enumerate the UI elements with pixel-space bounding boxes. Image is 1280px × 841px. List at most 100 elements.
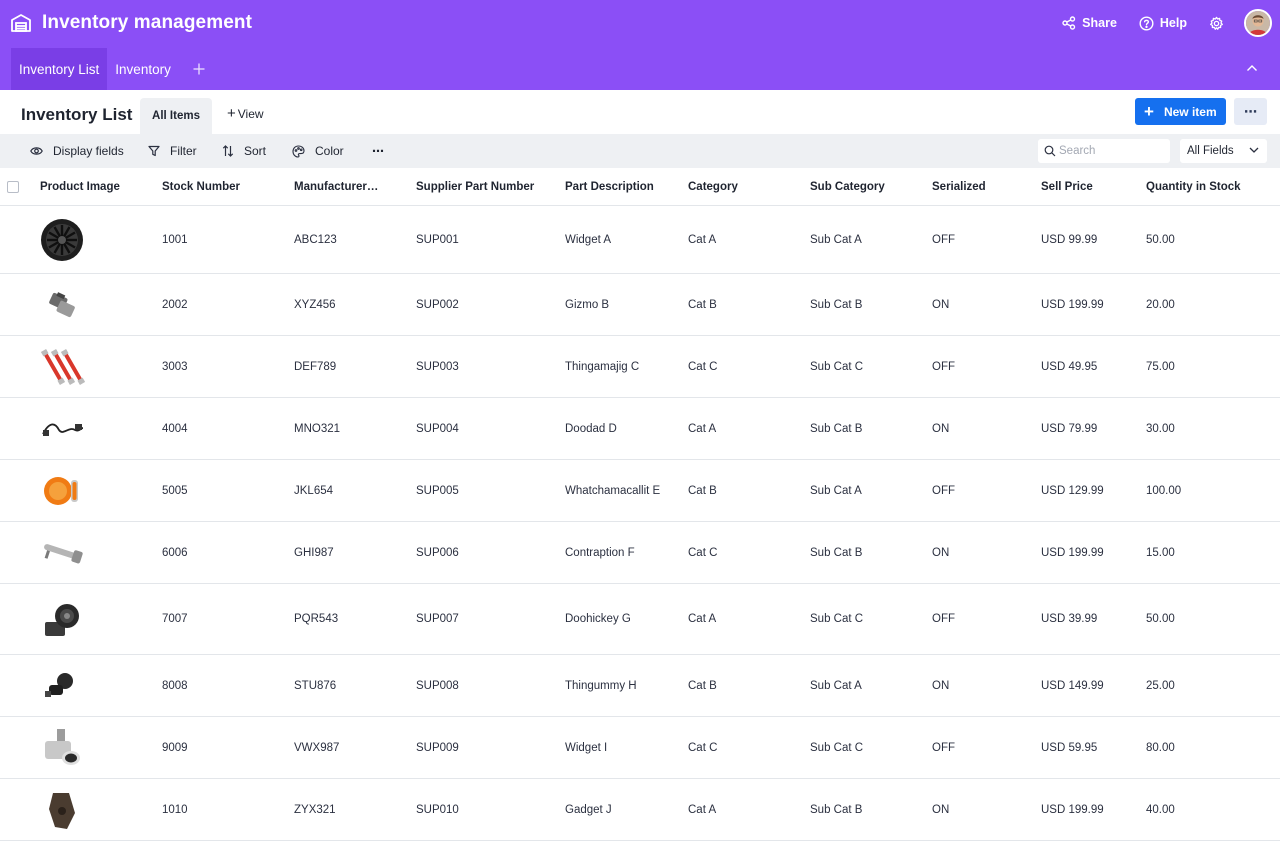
cell-stock-number[interactable]: 8008 xyxy=(162,655,188,716)
cell-sub-category[interactable]: Sub Cat B xyxy=(810,398,862,459)
cell-stock-number[interactable]: 7007 xyxy=(162,584,188,654)
cell-quantity-in-stock[interactable]: 50.00 xyxy=(1146,206,1175,273)
cell-supplier-part-number[interactable]: SUP006 xyxy=(416,522,459,583)
cell-stock-number[interactable]: 4004 xyxy=(162,398,188,459)
tab-inventory[interactable]: Inventory xyxy=(107,48,179,90)
cell-serialized[interactable]: OFF xyxy=(932,206,955,273)
cell-manufacturer[interactable]: MNO321 xyxy=(294,398,340,459)
table-row[interactable]: 8008 STU876 SUP008 Thingummy H Cat B Sub Cat … xyxy=(0,655,1280,717)
cell-manufacturer[interactable]: DEF789 xyxy=(294,336,336,397)
cell-stock-number[interactable]: 5005 xyxy=(162,460,188,521)
cell-sell-price[interactable]: USD 79.99 xyxy=(1041,398,1097,459)
cell-category[interactable]: Cat A xyxy=(688,206,716,273)
cell-manufacturer[interactable]: STU876 xyxy=(294,655,336,716)
new-item-button[interactable]: + New item xyxy=(1135,98,1226,125)
table-row[interactable]: 6006 GHI987 SUP006 Contraption F Cat C Sub Ca… xyxy=(0,522,1280,584)
add-tab-button[interactable] xyxy=(179,48,219,90)
column-header-category[interactable]: Category xyxy=(688,168,738,206)
cell-sell-price[interactable]: USD 49.95 xyxy=(1041,336,1097,397)
cell-part-description[interactable]: Doodad D xyxy=(565,398,617,459)
cell-stock-number[interactable]: 3003 xyxy=(162,336,188,397)
column-header-sub-category[interactable]: Sub Category xyxy=(810,168,885,206)
cell-supplier-part-number[interactable]: SUP007 xyxy=(416,584,459,654)
cell-category[interactable]: Cat C xyxy=(688,336,717,397)
cell-part-description[interactable]: Contraption F xyxy=(565,522,635,583)
cell-category[interactable]: Cat A xyxy=(688,584,716,654)
cell-manufacturer[interactable]: JKL654 xyxy=(294,460,333,521)
table-row[interactable]: 2002 XYZ456 SUP002 Gizmo B Cat B Sub Cat B ON U… xyxy=(0,274,1280,336)
cell-category[interactable]: Cat C xyxy=(688,522,717,583)
share-button[interactable]: Share xyxy=(1062,16,1117,30)
cell-sub-category[interactable]: Sub Cat C xyxy=(810,336,863,397)
cell-quantity-in-stock[interactable]: 100.00 xyxy=(1146,460,1181,521)
cell-sub-category[interactable]: Sub Cat A xyxy=(810,460,862,521)
table-row[interactable]: 1010 ZYX321 SUP010 Gadget J Cat A Sub Cat B ON… xyxy=(0,779,1280,841)
cell-quantity-in-stock[interactable]: 75.00 xyxy=(1146,336,1175,397)
add-view-button[interactable]: + View xyxy=(227,106,264,121)
color-button[interactable]: Color xyxy=(292,134,344,168)
column-header-quantity-in-stock[interactable]: Quantity in Stock xyxy=(1146,168,1241,206)
cell-category[interactable]: Cat B xyxy=(688,460,717,521)
cell-sub-category[interactable]: Sub Cat C xyxy=(810,584,863,654)
cell-quantity-in-stock[interactable]: 30.00 xyxy=(1146,398,1175,459)
cell-supplier-part-number[interactable]: SUP008 xyxy=(416,655,459,716)
cell-supplier-part-number[interactable]: SUP001 xyxy=(416,206,459,273)
cell-part-description[interactable]: Whatchamacallit E xyxy=(565,460,660,521)
column-header-manufacturer[interactable]: Manufacturer… xyxy=(294,168,378,206)
cell-sub-category[interactable]: Sub Cat C xyxy=(810,717,863,778)
cell-sell-price[interactable]: USD 129.99 xyxy=(1041,460,1104,521)
filter-button[interactable]: Filter xyxy=(148,134,197,168)
toolbar-more-button[interactable]: ⋯ xyxy=(372,134,384,168)
table-row[interactable]: 3003 DEF789 SUP003 Thingamajig C Cat C Sub Ca… xyxy=(0,336,1280,398)
cell-sell-price[interactable]: USD 149.99 xyxy=(1041,655,1104,716)
column-header-supplier-part-number[interactable]: Supplier Part Number xyxy=(416,168,534,206)
cell-category[interactable]: Cat A xyxy=(688,398,716,459)
table-row[interactable]: 9009 VWX987 SUP009 Widget I Cat C Sub Cat C OF… xyxy=(0,717,1280,779)
column-header-stock-number[interactable]: Stock Number xyxy=(162,168,240,206)
cell-sub-category[interactable]: Sub Cat B xyxy=(810,274,862,335)
user-avatar[interactable] xyxy=(1244,9,1272,37)
collapse-header-button[interactable] xyxy=(1242,58,1262,78)
cell-part-description[interactable]: Thingummy H xyxy=(565,655,637,716)
cell-sub-category[interactable]: Sub Cat B xyxy=(810,522,862,583)
table-row[interactable]: 5005 JKL654 SUP005 Whatchamacallit E Cat B Su… xyxy=(0,460,1280,522)
cell-category[interactable]: Cat B xyxy=(688,274,717,335)
cell-sell-price[interactable]: USD 199.99 xyxy=(1041,274,1104,335)
search-input[interactable] xyxy=(1059,145,1169,157)
cell-stock-number[interactable]: 2002 xyxy=(162,274,188,335)
cell-category[interactable]: Cat C xyxy=(688,717,717,778)
cell-serialized[interactable]: ON xyxy=(932,655,949,716)
help-button[interactable]: Help xyxy=(1139,15,1187,31)
sort-button[interactable]: Sort xyxy=(222,134,266,168)
cell-serialized[interactable]: OFF xyxy=(932,460,955,521)
cell-serialized[interactable]: OFF xyxy=(932,336,955,397)
column-header-serialized[interactable]: Serialized xyxy=(932,168,986,206)
cell-stock-number[interactable]: 1001 xyxy=(162,206,188,273)
display-fields-button[interactable]: Display fields xyxy=(30,134,124,168)
table-row[interactable]: 1001 ABC123 SUP001 Widget A Cat A Sub Cat A OF… xyxy=(0,206,1280,274)
cell-supplier-part-number[interactable]: SUP009 xyxy=(416,717,459,778)
cell-serialized[interactable]: ON xyxy=(932,274,949,335)
cell-sub-category[interactable]: Sub Cat A xyxy=(810,206,862,273)
cell-serialized[interactable]: ON xyxy=(932,522,949,583)
settings-button[interactable] xyxy=(1209,16,1224,31)
column-header-product-image[interactable]: Product Image xyxy=(40,168,120,206)
cell-serialized[interactable]: OFF xyxy=(932,584,955,654)
cell-quantity-in-stock[interactable]: 25.00 xyxy=(1146,655,1175,716)
cell-sell-price[interactable]: USD 99.99 xyxy=(1041,206,1097,273)
search-fields-select[interactable]: All Fields xyxy=(1180,139,1267,163)
column-header-sell-price[interactable]: Sell Price xyxy=(1041,168,1093,206)
cell-sell-price[interactable]: USD 199.99 xyxy=(1041,522,1104,583)
cell-part-description[interactable]: Doohickey G xyxy=(565,584,631,654)
cell-part-description[interactable]: Widget A xyxy=(565,206,611,273)
cell-sub-category[interactable]: Sub Cat A xyxy=(810,655,862,716)
cell-supplier-part-number[interactable]: SUP003 xyxy=(416,336,459,397)
cell-stock-number[interactable]: 9009 xyxy=(162,717,188,778)
cell-supplier-part-number[interactable]: SUP005 xyxy=(416,460,459,521)
view-tab-all-items[interactable]: All Items xyxy=(140,98,212,134)
cell-supplier-part-number[interactable]: SUP002 xyxy=(416,274,459,335)
cell-category[interactable]: Cat B xyxy=(688,655,717,716)
select-all-checkbox[interactable] xyxy=(7,181,19,193)
cell-serialized[interactable]: ON xyxy=(932,398,949,459)
cell-supplier-part-number[interactable]: SUP004 xyxy=(416,398,459,459)
